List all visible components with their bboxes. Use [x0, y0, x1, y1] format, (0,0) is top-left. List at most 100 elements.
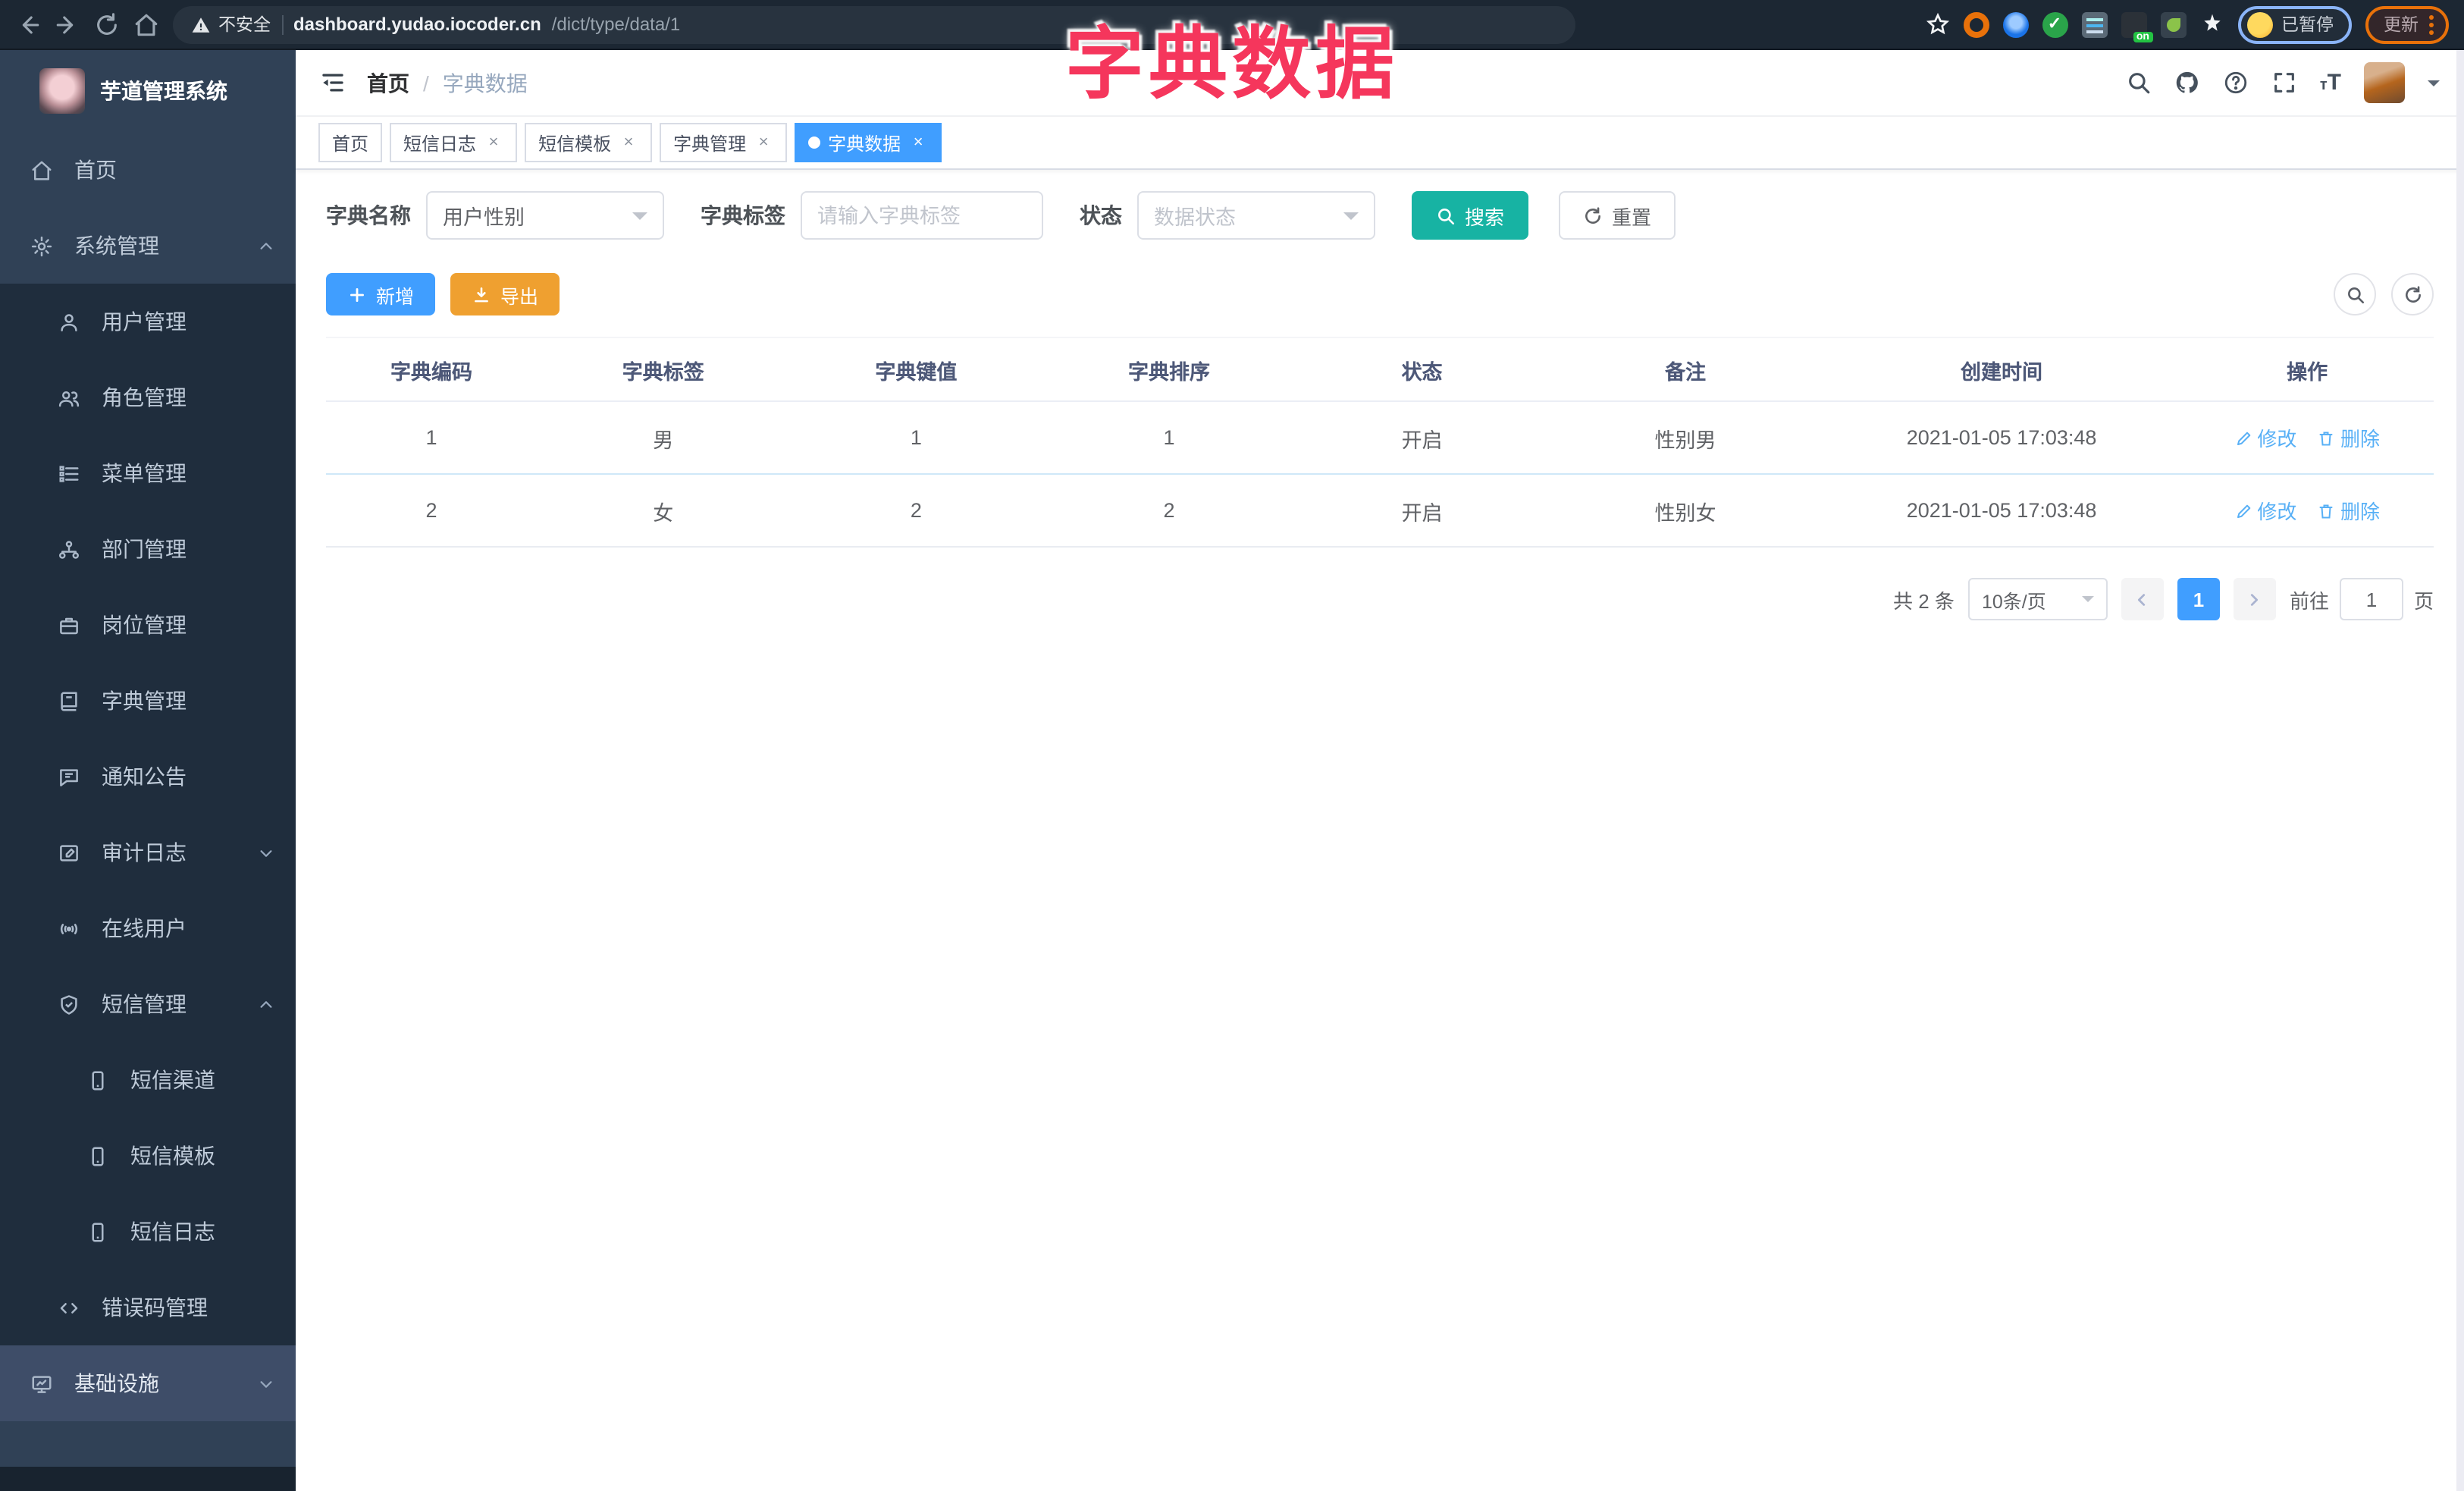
reset-button-label: 重置 [1612, 206, 1652, 228]
dict-label-input[interactable] [817, 204, 1027, 227]
extension-icon-7[interactable] [2199, 12, 2224, 36]
sidebar-item-users[interactable]: 用户管理 [0, 284, 296, 359]
close-icon[interactable]: × [754, 133, 773, 152]
sidebar-item-roles[interactable]: 角色管理 [0, 359, 296, 435]
reset-button[interactable]: 重置 [1559, 191, 1676, 240]
extension-icon-2[interactable] [2002, 11, 2028, 37]
toggle-search-button[interactable] [2334, 273, 2376, 315]
extension-icon-5[interactable]: on [2121, 11, 2152, 42]
close-icon[interactable]: × [619, 133, 638, 152]
sidebar-cutoff-strip [0, 1467, 296, 1491]
col-header: 创建时间 [1822, 337, 2181, 402]
edit-label: 修改 [2257, 428, 2297, 450]
forward-icon[interactable] [55, 11, 80, 37]
tags-view-bar: 首页 短信日志 × 短信模板 × 字典管理 × 字典数据 × [296, 117, 2464, 170]
online-icon [60, 923, 78, 934]
fullscreen-icon[interactable] [2271, 70, 2297, 96]
sidebar-item-notice[interactable]: 通知公告 [0, 739, 296, 815]
tab-dict-manage[interactable]: 字典管理 × [660, 123, 788, 162]
font-size-icon[interactable]: тT [2320, 71, 2341, 94]
add-button[interactable]: 新增 [326, 273, 436, 315]
sidebar-item-posts[interactable]: 岗位管理 [0, 587, 296, 663]
code-icon [60, 1302, 78, 1313]
close-icon[interactable]: × [908, 133, 928, 152]
reload-icon[interactable] [94, 11, 120, 37]
sidebar-item-dict[interactable]: 字典管理 [0, 663, 296, 739]
prev-page-button[interactable] [2121, 578, 2164, 620]
download-icon [475, 287, 488, 302]
url-bar[interactable]: 不安全 dashboard.yudao.iocoder.cn/dict/type… [173, 5, 1575, 43]
col-header: 字典键值 [789, 337, 1043, 402]
export-button[interactable]: 导出 [450, 273, 560, 315]
sidebar-item-sms-template[interactable]: 短信模板 [0, 1118, 296, 1194]
tab-label: 字典管理 [673, 133, 747, 154]
home-nav-icon[interactable] [133, 11, 159, 37]
tab-dict-data[interactable]: 字典数据 × [795, 123, 942, 162]
extension-icon-3[interactable]: ✓ [2042, 11, 2067, 37]
current-page[interactable]: 1 [2177, 578, 2220, 620]
page-size-select[interactable]: 10条/页 [1967, 578, 2108, 620]
security-warning[interactable]: 不安全 [191, 12, 271, 36]
status-placeholder: 数据状态 [1154, 206, 1236, 229]
dict-name-select[interactable]: 用户性别 [426, 191, 664, 240]
avatar-caret-icon[interactable] [2428, 80, 2440, 92]
browser-menu-icon[interactable] [2429, 14, 2434, 34]
sidebar-item-departments[interactable]: 部门管理 [0, 511, 296, 587]
breadcrumb-separator: / [423, 71, 429, 95]
github-icon[interactable] [2174, 70, 2200, 96]
sidebar-item-error-codes[interactable]: 错误码管理 [0, 1270, 296, 1345]
briefcase-icon [60, 617, 78, 634]
extension-on-badge: on [2133, 31, 2152, 42]
delete-button[interactable]: 删除 [2318, 496, 2380, 525]
extension-icon-6[interactable] [2160, 11, 2186, 37]
sidebar-item-label: 用户管理 [102, 309, 187, 334]
chevron-down-icon [1343, 212, 1359, 227]
tab-home[interactable]: 首页 [318, 123, 383, 162]
sidebar-item-menus[interactable]: 菜单管理 [0, 435, 296, 511]
profile-chip[interactable]: 已暂停 [2237, 5, 2352, 43]
active-dot [808, 137, 821, 149]
scrollbar[interactable] [2456, 50, 2464, 1491]
search-icon[interactable] [2126, 70, 2152, 96]
edit-button[interactable]: 修改 [2234, 496, 2296, 525]
sidebar-item-sms-log[interactable]: 短信日志 [0, 1194, 296, 1270]
sidebar-item-infrastructure[interactable]: 基础设施 [0, 1345, 296, 1421]
edit-button[interactable]: 修改 [2234, 423, 2296, 452]
breadcrumb-home[interactable]: 首页 [367, 67, 409, 98]
sidebar-item-label: 角色管理 [102, 385, 187, 410]
help-icon[interactable] [2223, 70, 2249, 96]
close-icon[interactable]: × [484, 133, 503, 152]
delete-button[interactable]: 删除 [2318, 423, 2380, 452]
update-button[interactable]: 更新 [2365, 5, 2449, 43]
avatar[interactable] [2364, 62, 2405, 103]
extension-icon-1[interactable] [1963, 11, 1989, 37]
sidebar-item-sms[interactable]: 短信管理 [0, 966, 296, 1042]
app-layout: 芋道管理系统 首页 系统管理 用户管理 角色管理 菜单管理 部门管理 岗位管理 … [0, 50, 2464, 1491]
sidebar-item-home[interactable]: 首页 [0, 132, 296, 208]
sidebar-item-label: 短信日志 [130, 1219, 215, 1244]
sidebar-item-audit-log[interactable]: 审计日志 [0, 815, 296, 890]
refresh-table-button[interactable] [2391, 273, 2434, 315]
dict-name-label: 字典名称 [326, 203, 411, 228]
sidebar-item-label: 在线用户 [102, 916, 187, 940]
search-button-label: 搜索 [1465, 206, 1505, 228]
sidebar-item-online-users[interactable]: 在线用户 [0, 890, 296, 966]
refresh-icon [2405, 285, 2420, 302]
tab-sms-log[interactable]: 短信日志 × [390, 123, 518, 162]
sidebar-item-label: 部门管理 [102, 537, 187, 561]
extension-icon-4[interactable] [2081, 11, 2107, 37]
goto-page-input[interactable] [2339, 578, 2403, 620]
security-label: 不安全 [218, 17, 271, 35]
collapse-sidebar-icon[interactable] [320, 70, 346, 96]
status-select[interactable]: 数据状态 [1137, 191, 1375, 240]
sidebar-logo-row[interactable]: 芋道管理系统 [0, 50, 296, 132]
search-button[interactable]: 搜索 [1412, 191, 1529, 240]
back-icon[interactable] [15, 11, 41, 37]
next-page-button[interactable] [2233, 578, 2276, 620]
tab-sms-template[interactable]: 短信模板 × [525, 123, 653, 162]
pagination: 共 2 条 10条/页 1 前往 页 [326, 578, 2434, 620]
bookmark-star-icon[interactable] [1925, 12, 1949, 36]
sidebar-item-system[interactable]: 系统管理 [0, 208, 296, 284]
cell-label: 女 [537, 474, 790, 548]
sidebar-item-sms-channel[interactable]: 短信渠道 [0, 1042, 296, 1118]
